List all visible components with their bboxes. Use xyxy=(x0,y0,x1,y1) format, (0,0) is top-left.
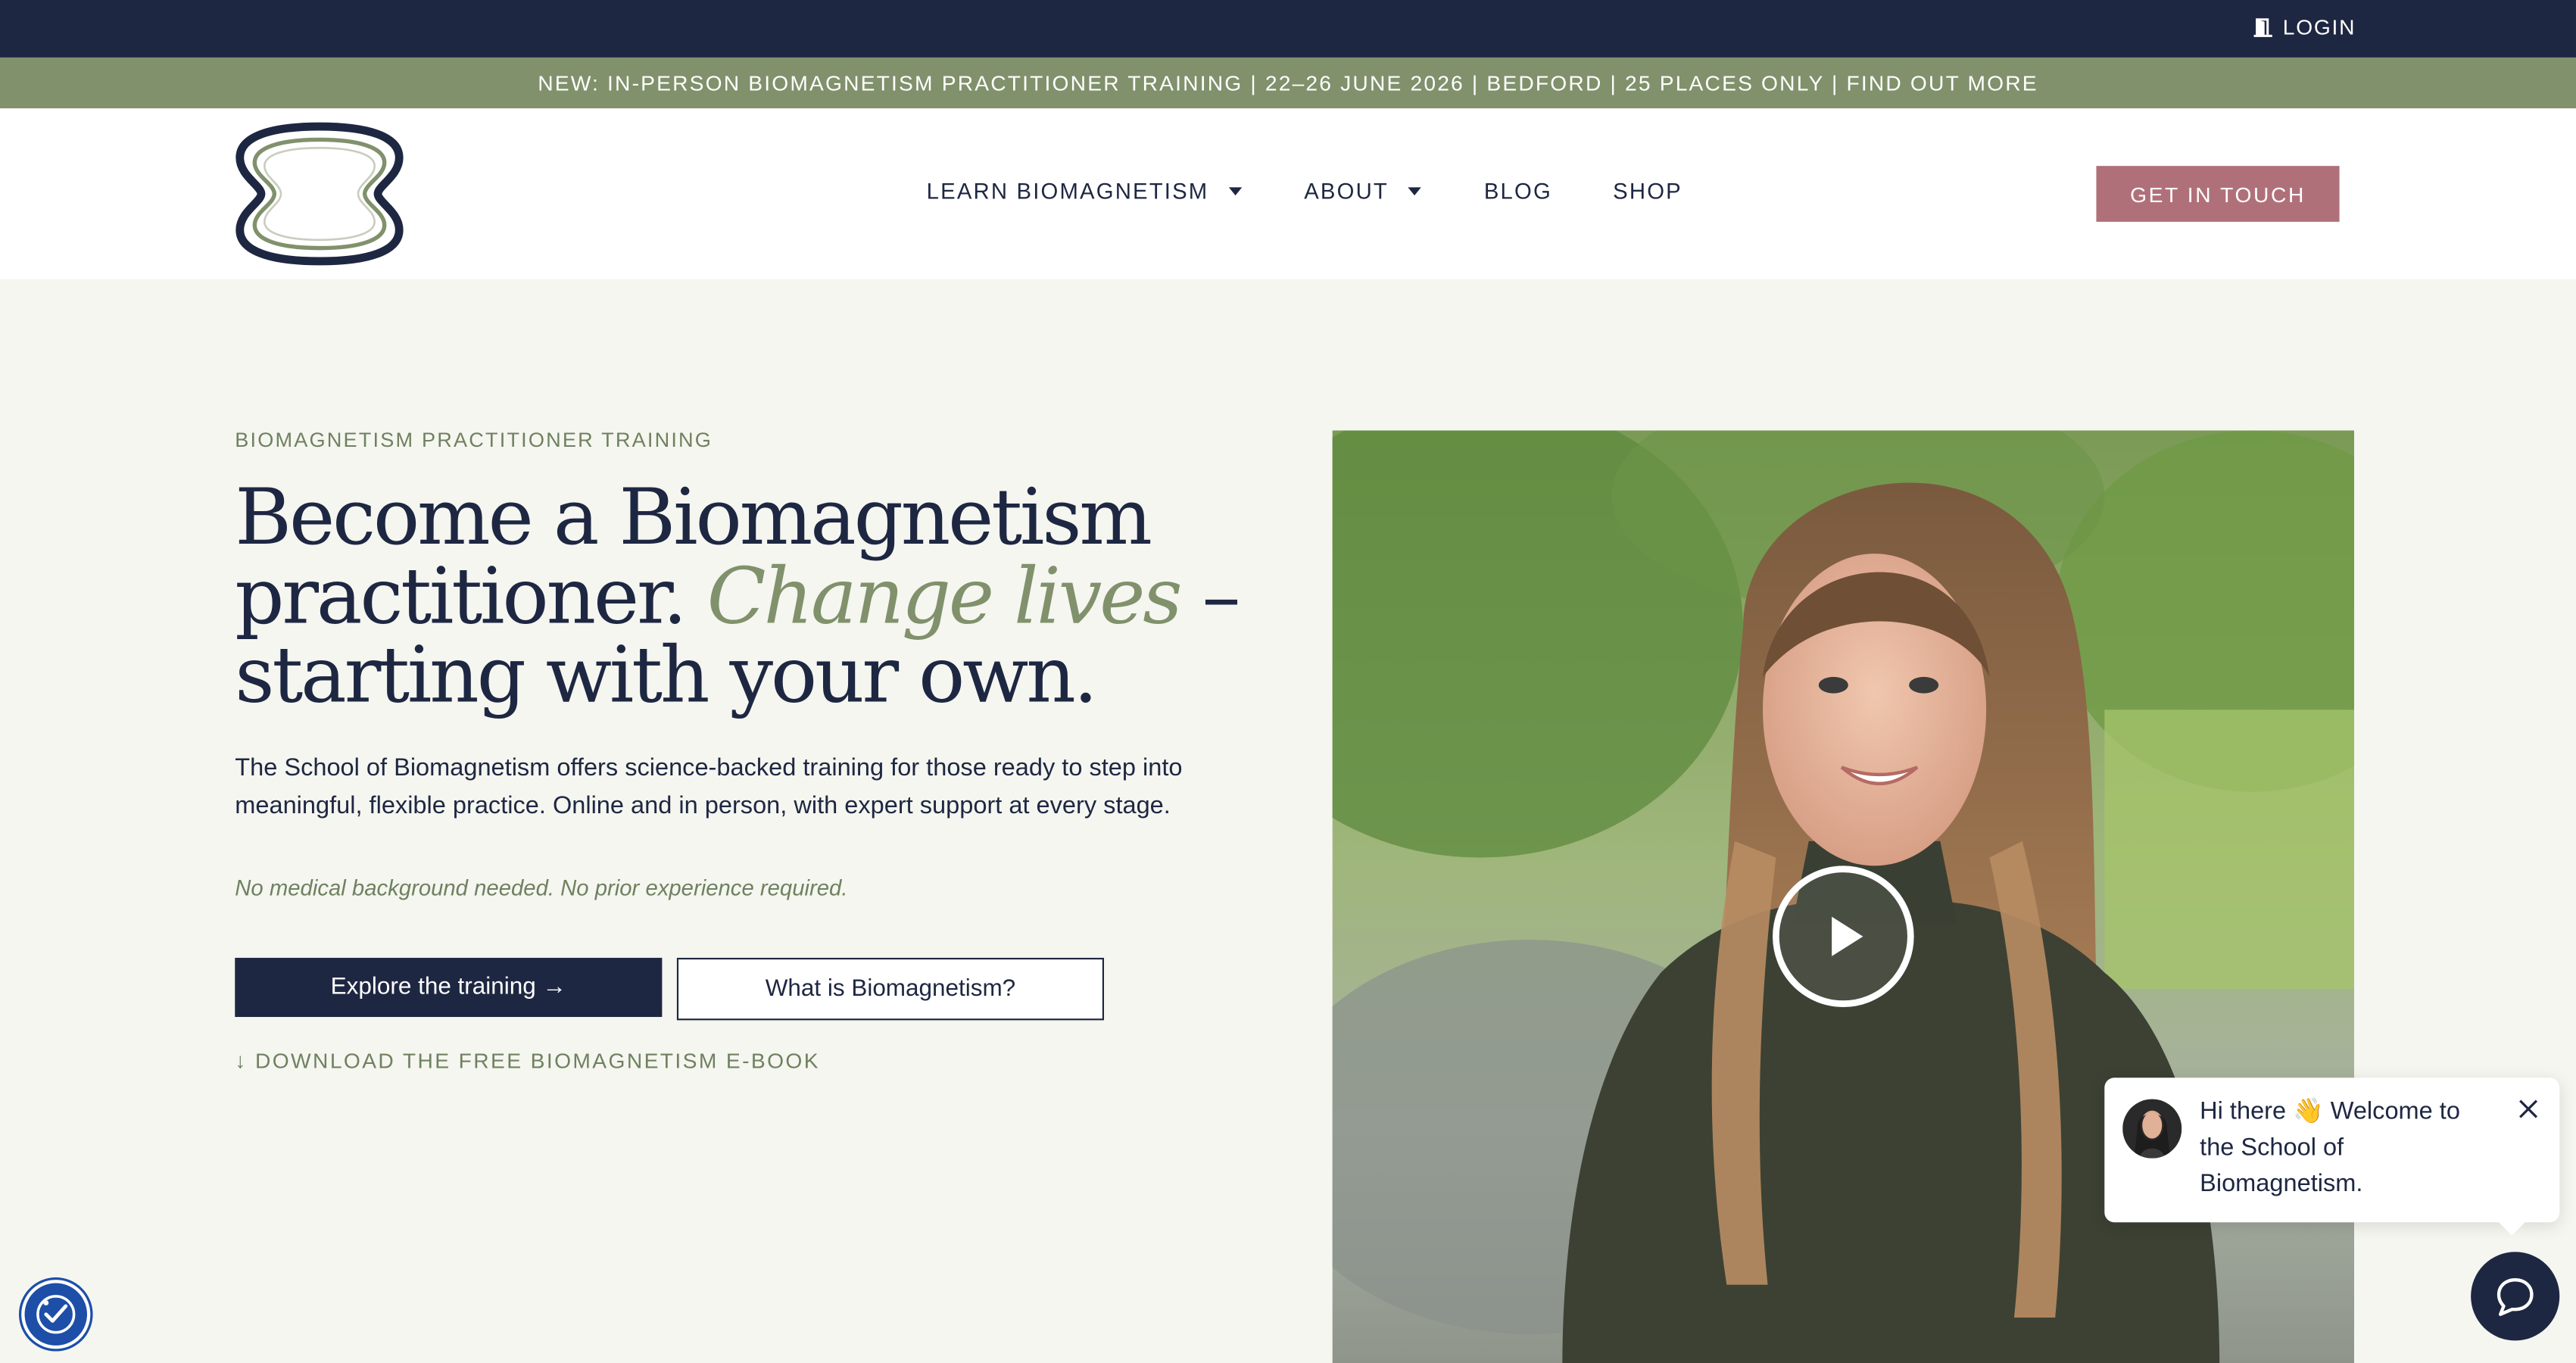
agent-avatar xyxy=(2122,1099,2182,1159)
play-icon[interactable] xyxy=(1771,864,1916,1009)
caret-down-icon xyxy=(1228,187,1242,196)
headline-accent: Change lives xyxy=(706,551,1183,643)
login-door-icon xyxy=(2253,18,2272,37)
caret-down-icon xyxy=(1408,187,1422,196)
main-nav: LEARN BIOMAGNETISM ABOUT BLOG SHOP xyxy=(927,179,1683,204)
announcement-text: NEW: IN-PERSON BIOMAGNETISM PRACTITIONER… xyxy=(538,70,2038,95)
chat-welcome-popup[interactable]: Hi there 👋 Welcome to the School of Biom… xyxy=(2104,1078,2560,1236)
top-utility-bar: LOGIN xyxy=(0,0,2576,58)
announcement-bar[interactable]: NEW: IN-PERSON BIOMAGNETISM PRACTITIONER… xyxy=(0,57,2576,109)
hero-eyebrow: BIOMAGNETISM PRACTITIONER TRAINING xyxy=(235,429,713,452)
download-ebook-link[interactable]: ↓ DOWNLOAD THE FREE BIOMAGNETISM E-BOOK xyxy=(235,1048,820,1073)
hero-video[interactable] xyxy=(1332,430,2355,1363)
chat-launcher-button[interactable] xyxy=(2471,1252,2560,1341)
nav-blog[interactable]: BLOG xyxy=(1484,179,1552,204)
accessibility-icon xyxy=(36,1295,76,1334)
close-icon[interactable] xyxy=(2518,1099,2538,1118)
nav-shop-label: SHOP xyxy=(1613,179,1683,204)
school-logo-icon[interactable] xyxy=(233,122,406,267)
nav-learn-label: LEARN BIOMAGNETISM xyxy=(926,179,1209,204)
login-link[interactable]: LOGIN xyxy=(2252,14,2356,40)
hero-note: No medical background needed. No prior e… xyxy=(235,875,848,900)
page: LOGIN NEW: IN-PERSON BIOMAGNETISM PRACTI… xyxy=(0,0,2576,1363)
login-label: LOGIN xyxy=(2282,14,2356,40)
hero-headline: Become a Biomagnetism practitioner. Chan… xyxy=(235,479,1286,716)
nav-blog-label: BLOG xyxy=(1483,179,1552,204)
accessibility-button[interactable] xyxy=(21,1280,91,1349)
nav-about-label: ABOUT xyxy=(1304,179,1389,204)
what-is-biomagnetism-button[interactable]: What is Biomagnetism? xyxy=(676,957,1104,1021)
site-header: LEARN BIOMAGNETISM ABOUT BLOG SHOP GET I… xyxy=(0,108,2576,279)
nav-about[interactable]: ABOUT xyxy=(1304,179,1422,204)
chat-bubble-icon xyxy=(2496,1277,2534,1316)
nav-shop[interactable]: SHOP xyxy=(1613,179,1683,204)
hero-lede: The School of Biomagnetism offers scienc… xyxy=(235,753,1183,819)
explore-training-button[interactable]: Explore the training → xyxy=(235,957,663,1018)
chat-greeting: Hi there 👋 Welcome to the School of Biom… xyxy=(2200,1097,2460,1198)
get-in-touch-button[interactable]: GET IN TOUCH xyxy=(2096,166,2340,222)
nav-learn-biomagnetism[interactable]: LEARN BIOMAGNETISM xyxy=(927,179,1242,204)
